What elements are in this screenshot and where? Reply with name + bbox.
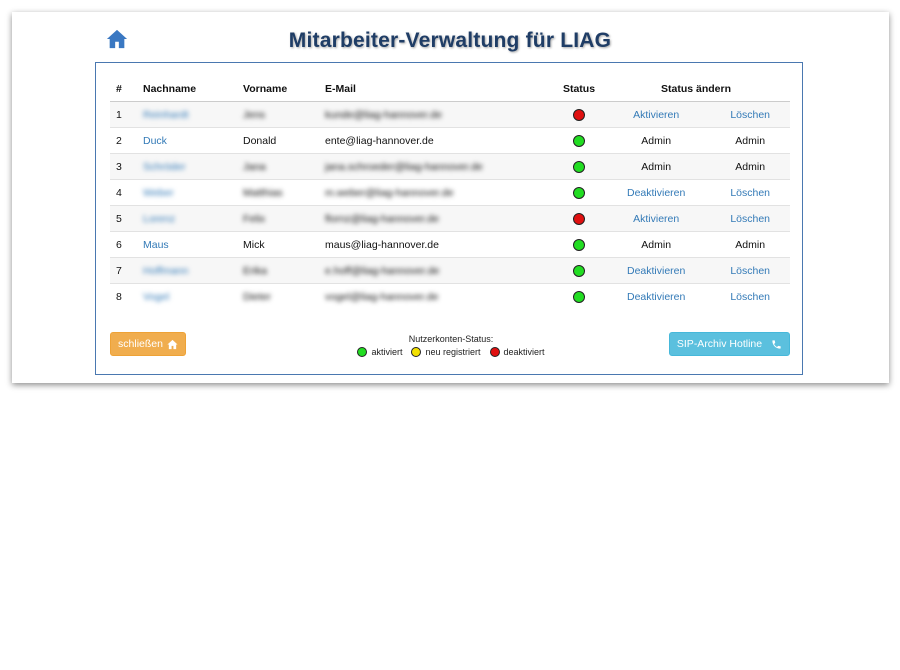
- legend-label: aktiviert: [371, 347, 403, 357]
- status-change-link[interactable]: Deaktivieren: [627, 291, 685, 303]
- lastname-link[interactable]: Lorenz: [143, 213, 175, 225]
- status-change-link[interactable]: Deaktivieren: [627, 187, 685, 199]
- lastname-link[interactable]: Vogel: [143, 291, 169, 303]
- table-row: 2 Duck Donald ente@liag-hannover.de Admin Adm…: [110, 127, 790, 154]
- delete-link[interactable]: Löschen: [730, 213, 770, 225]
- lastname-link[interactable]: Hoffmann: [143, 265, 188, 277]
- table-row: 5 Lorenz Felix flornz@liag-hannover.de Aktiv…: [110, 205, 790, 232]
- close-button[interactable]: schließen: [110, 332, 186, 356]
- row-number: 6: [110, 231, 137, 258]
- row-number: 4: [110, 179, 137, 206]
- email-cell: m.weber@liag-hannover.de: [325, 186, 454, 199]
- page-title: Mitarbeiter-Verwaltung für LIAG: [288, 29, 612, 52]
- firstname-cell: Jens: [243, 108, 266, 121]
- delete-link[interactable]: Löschen: [730, 109, 770, 121]
- header-firstname: Vorname: [237, 77, 319, 102]
- header-status-change: Status ändern: [602, 77, 790, 102]
- legend-item: aktiviert: [357, 347, 402, 357]
- table-header-row: # Nachname Vorname E-Mail Status Status …: [110, 77, 790, 102]
- status-indicator: [573, 134, 585, 147]
- header-email: E-Mail: [319, 77, 556, 102]
- status-indicator: [573, 186, 585, 199]
- table-row: 3 Schröder Jana jana.schroeder@liag-hannove…: [110, 153, 790, 180]
- firstname-cell: Erika: [243, 264, 267, 277]
- row-number: 5: [110, 205, 137, 232]
- status-indicator: [573, 160, 585, 173]
- email-cell: ente@liag-hannover.de: [325, 134, 434, 147]
- table-row: 1 Reinhardt Jens kunde@liag-hannover.de Akti…: [110, 101, 790, 128]
- firstname-cell: Matthias: [243, 186, 283, 199]
- firstname-cell: Felix: [243, 212, 266, 225]
- status-indicator: [573, 108, 585, 121]
- admin-label: Admin: [641, 238, 672, 251]
- lastname-link[interactable]: Reinhardt: [143, 109, 189, 121]
- delete-link[interactable]: Löschen: [730, 187, 770, 199]
- status-legend: Nutzerkonten-Status: aktiviert neu regist…: [356, 334, 546, 357]
- header-num: #: [110, 77, 137, 102]
- sip-hotline-button[interactable]: SIP-Archiv Hotline: [669, 332, 790, 356]
- status-change-link[interactable]: Aktivieren: [633, 109, 679, 121]
- delete-link[interactable]: Löschen: [730, 291, 770, 303]
- email-cell: maus@liag-hannover.de: [325, 238, 439, 251]
- email-cell: e.hoff@liag-hannover.de: [325, 264, 440, 277]
- firstname-cell: Jana: [243, 160, 266, 173]
- firstname-cell: Mick: [243, 238, 265, 251]
- close-button-label: schließen: [118, 338, 163, 350]
- lastname-link[interactable]: Schröder: [143, 161, 186, 173]
- legend-item: deaktiviert: [489, 347, 545, 357]
- email-cell: flornz@liag-hannover.de: [325, 212, 439, 225]
- email-cell: kunde@liag-hannover.de: [325, 108, 442, 121]
- status-change-link[interactable]: Aktivieren: [633, 213, 679, 225]
- firstname-cell: Donald: [243, 134, 277, 147]
- legend-dot: [357, 347, 368, 357]
- admin-label: Admin: [735, 160, 766, 173]
- status-indicator: [573, 264, 585, 277]
- row-number: 3: [110, 153, 137, 180]
- admin-label: Admin: [641, 134, 672, 147]
- email-cell: vogel@liag-hannover.de: [325, 290, 439, 303]
- status-change-link[interactable]: Deaktivieren: [627, 265, 685, 277]
- lastname-link[interactable]: Weber: [143, 187, 174, 199]
- status-indicator: [573, 212, 585, 225]
- legend-item: neu registriert: [411, 347, 481, 357]
- sip-button-label: SIP-Archiv Hotline: [676, 338, 763, 350]
- employee-table: # Nachname Vorname E-Mail Status Status …: [110, 77, 790, 309]
- table-row: 4 Weber Matthias m.weber@liag-hannover.de De…: [110, 179, 790, 206]
- table-row: 8 Vogel Dieter vogel@liag-hannover.de Deakti…: [110, 283, 790, 309]
- lastname-link[interactable]: Duck: [143, 135, 167, 147]
- row-number: 7: [110, 257, 137, 284]
- row-number: 8: [110, 283, 137, 309]
- row-number: 2: [110, 127, 137, 154]
- header-lastname: Nachname: [137, 77, 237, 102]
- row-number: 1: [110, 101, 137, 128]
- status-indicator: [573, 238, 585, 251]
- legend-title: Nutzerkonten-Status:: [408, 334, 494, 344]
- admin-label: Admin: [641, 160, 672, 173]
- header-status: Status: [556, 77, 602, 102]
- legend-dot: [411, 347, 422, 357]
- lastname-link[interactable]: Maus: [143, 239, 169, 251]
- table-row: 7 Hoffmann Erika e.hoff@liag-hannover.de Dea…: [110, 257, 790, 284]
- email-cell: jana.schroeder@liag-hannover.de: [325, 160, 483, 173]
- home-icon: [167, 339, 178, 349]
- table-row: 6 Maus Mick maus@liag-hannover.de Admin Admin: [110, 231, 790, 258]
- legend-label: deaktiviert: [503, 347, 545, 357]
- admin-label: Admin: [735, 134, 766, 147]
- legend-dot: [489, 347, 500, 357]
- admin-label: Admin: [735, 238, 766, 251]
- firstname-cell: Dieter: [243, 290, 272, 303]
- legend-label: neu registriert: [425, 347, 481, 357]
- phone-icon: [772, 339, 781, 349]
- status-indicator: [573, 290, 585, 303]
- employee-panel: # Nachname Vorname E-Mail Status Status …: [95, 62, 803, 375]
- delete-link[interactable]: Löschen: [730, 265, 770, 277]
